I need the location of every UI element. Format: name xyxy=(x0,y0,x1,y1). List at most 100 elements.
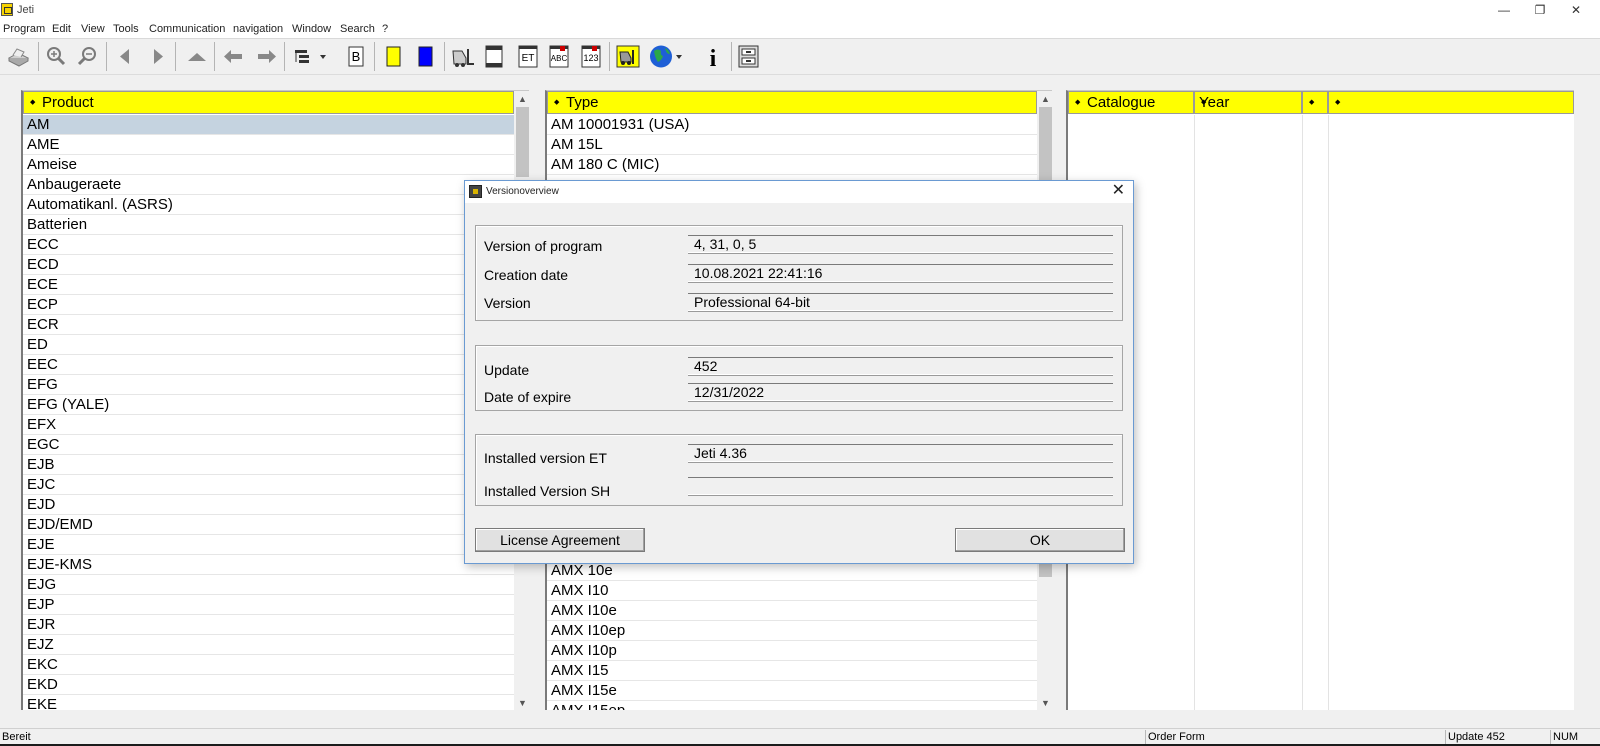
print-icon[interactable] xyxy=(4,42,32,71)
list-item[interactable]: ED xyxy=(23,335,514,355)
bookmark-b-icon[interactable]: B xyxy=(342,42,370,71)
list-item[interactable]: EJD/EMD xyxy=(23,515,514,535)
date-of-expire-label: Date of expire xyxy=(484,389,572,405)
list-item[interactable]: EJP xyxy=(23,595,514,615)
triangle-up-icon[interactable] xyxy=(183,42,211,71)
menu-view[interactable]: View xyxy=(81,23,105,35)
menu-communication[interactable]: Communication xyxy=(149,23,225,35)
toolbar-separator xyxy=(284,42,285,71)
toolbar-separator xyxy=(374,42,375,71)
date-of-expire-value: 12/31/2022 xyxy=(688,383,1113,401)
triangle-right-icon[interactable] xyxy=(144,42,172,71)
toolbar-separator xyxy=(175,42,176,71)
scroll-down-icon[interactable]: ▼ xyxy=(514,695,529,710)
list-item[interactable]: EKC xyxy=(23,655,514,675)
menu-navigation[interactable]: navigation xyxy=(233,23,283,35)
list-item[interactable]: EEC xyxy=(23,355,514,375)
window-title: Jeti xyxy=(17,4,35,16)
list-item[interactable]: EJE-KMS xyxy=(23,555,514,575)
toolbar-separator xyxy=(444,42,445,71)
menu-program[interactable]: Program xyxy=(3,23,45,35)
list-item[interactable]: ECP xyxy=(23,295,514,315)
page-icon[interactable] xyxy=(480,42,508,71)
scroll-thumb[interactable] xyxy=(516,107,529,177)
list-item[interactable]: ECR xyxy=(23,315,514,335)
type-header[interactable]: Type xyxy=(547,91,1037,114)
list-item[interactable]: ECE xyxy=(23,275,514,295)
list-item[interactable]: EKD xyxy=(23,675,514,695)
blue-marker-icon[interactable] xyxy=(412,42,440,71)
list-item[interactable]: Batterien xyxy=(23,215,514,235)
zoom-out-icon[interactable] xyxy=(74,42,102,71)
list-item[interactable]: AMX I10 xyxy=(547,581,1037,601)
version-value: Professional 64-bit xyxy=(688,293,1113,311)
list-item[interactable]: EJD xyxy=(23,495,514,515)
yellow-marker-icon[interactable] xyxy=(380,42,408,71)
empty-column-header[interactable] xyxy=(1302,91,1328,114)
column-divider xyxy=(1328,115,1329,710)
abc-icon[interactable]: ABC xyxy=(545,42,573,71)
list-item[interactable]: AMX I10e xyxy=(547,601,1037,621)
list-item[interactable]: AM xyxy=(23,115,514,135)
globe-icon[interactable] xyxy=(648,42,688,71)
list-item[interactable]: AM 10001931 (USA) xyxy=(547,115,1037,135)
app-icon xyxy=(1,3,13,16)
list-item[interactable]: AMX 10e xyxy=(547,561,1037,581)
arrow-left-icon[interactable] xyxy=(220,42,248,71)
scroll-up-icon[interactable]: ▲ xyxy=(1037,91,1052,107)
archive-icon[interactable] xyxy=(734,42,762,71)
license-agreement-button[interactable]: License Agreement xyxy=(475,528,645,552)
forklift-yellow-icon[interactable] xyxy=(614,42,642,71)
list-item[interactable]: EJC xyxy=(23,475,514,495)
et-icon[interactable]: ET xyxy=(514,42,542,71)
dialog-title: Versionoverview xyxy=(486,186,559,197)
info-icon[interactable]: i xyxy=(699,42,727,71)
list-item[interactable]: AME xyxy=(23,135,514,155)
minimize-button[interactable]: — xyxy=(1486,0,1522,21)
scroll-up-icon[interactable]: ▲ xyxy=(514,91,529,107)
menu-help[interactable]: ? xyxy=(382,23,388,35)
scroll-down-icon[interactable]: ▼ xyxy=(1037,695,1052,710)
list-item[interactable]: AMX I10p xyxy=(547,641,1037,661)
list-item[interactable]: EFG xyxy=(23,375,514,395)
menu-search[interactable]: Search xyxy=(340,23,375,35)
list-item[interactable]: ECD xyxy=(23,255,514,275)
list-item[interactable]: EFX xyxy=(23,415,514,435)
list-item[interactable]: EGC xyxy=(23,435,514,455)
zoom-in-icon[interactable] xyxy=(42,42,70,71)
list-item[interactable]: ECC xyxy=(23,235,514,255)
list-item[interactable]: Anbaugeraete xyxy=(23,175,514,195)
list-item[interactable]: AMX I15ep xyxy=(547,701,1037,710)
list-item[interactable]: EFG (YALE) xyxy=(23,395,514,415)
list-item[interactable]: AMX I10ep xyxy=(547,621,1037,641)
close-window-button[interactable]: ✕ xyxy=(1558,0,1594,21)
list-item[interactable]: EJG xyxy=(23,575,514,595)
123-icon[interactable]: 123 xyxy=(577,42,605,71)
list-item[interactable]: AMX I15 xyxy=(547,661,1037,681)
installed-version-sh-label: Installed Version SH xyxy=(484,483,611,499)
list-item[interactable]: AMX I15e xyxy=(547,681,1037,701)
restore-button[interactable]: ❐ xyxy=(1522,0,1558,21)
ok-button[interactable]: OK xyxy=(955,528,1125,552)
list-item[interactable]: AM 15L xyxy=(547,135,1037,155)
catalogue-header[interactable]: Catalogue xyxy=(1068,91,1194,114)
triangle-left-icon[interactable] xyxy=(111,42,139,71)
year-header[interactable]: Year xyxy=(1194,91,1302,114)
menu-tools[interactable]: Tools xyxy=(113,23,139,35)
product-header[interactable]: Product xyxy=(23,91,514,114)
list-item[interactable]: Automatikanl. (ASRS) xyxy=(23,195,514,215)
list-item[interactable]: EKE xyxy=(23,695,514,710)
list-item[interactable]: EJZ xyxy=(23,635,514,655)
list-item[interactable]: AM 180 C (MIC) xyxy=(547,155,1037,175)
arrow-right-icon[interactable] xyxy=(252,42,280,71)
dialog-close-icon[interactable]: ✕ xyxy=(1112,182,1125,200)
tree-icon[interactable] xyxy=(291,42,331,71)
svg-text:ABC: ABC xyxy=(551,54,568,63)
list-item[interactable]: EJE xyxy=(23,535,514,555)
list-item[interactable]: EJR xyxy=(23,615,514,635)
list-item[interactable]: EJB xyxy=(23,455,514,475)
menu-window[interactable]: Window xyxy=(292,23,331,35)
forklift-icon[interactable] xyxy=(448,42,476,71)
menu-edit[interactable]: Edit xyxy=(52,23,71,35)
list-item[interactable]: Ameise xyxy=(23,155,514,175)
